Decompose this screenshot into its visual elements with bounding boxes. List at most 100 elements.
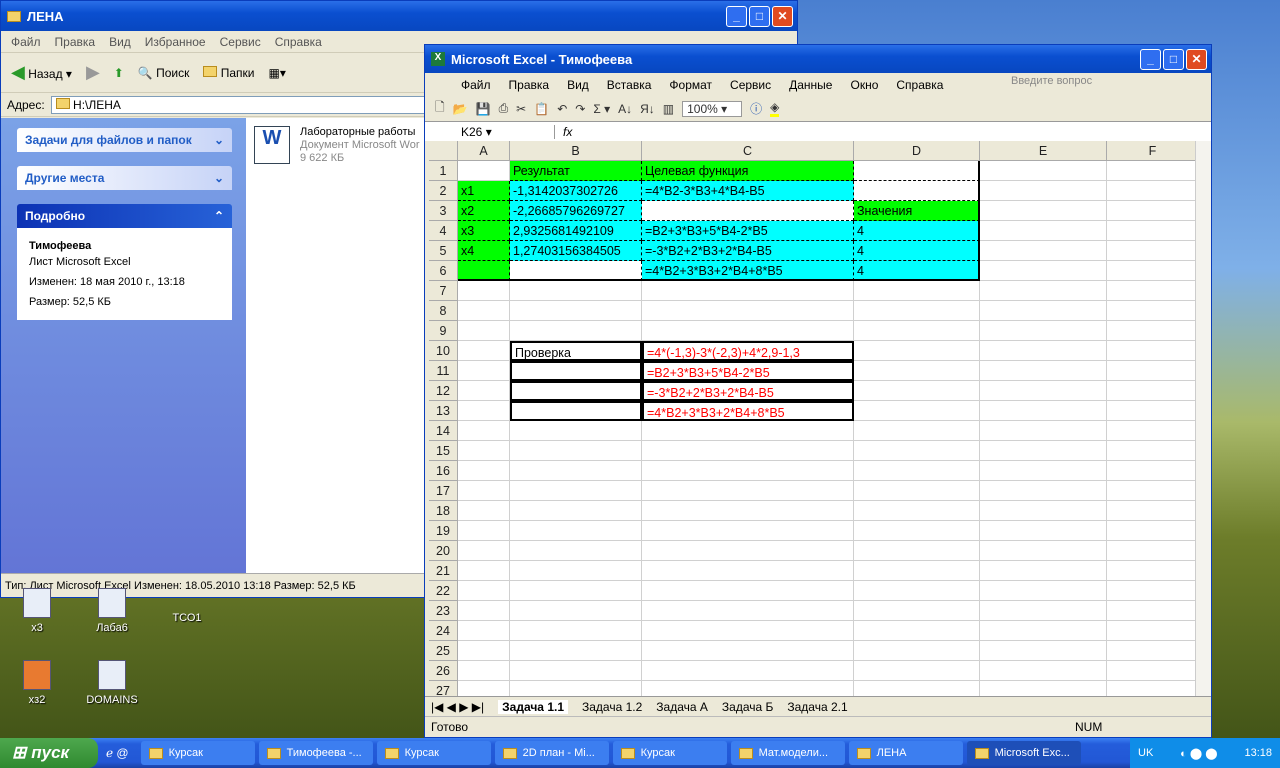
cell[interactable] (642, 621, 854, 641)
cell[interactable] (510, 561, 642, 581)
cell[interactable] (642, 601, 854, 621)
desktop-icon-domains[interactable]: DOMAINS (77, 660, 147, 706)
menu-item[interactable]: Вид (109, 35, 131, 49)
cell[interactable] (854, 521, 980, 541)
cut-icon[interactable]: ✂ (516, 102, 526, 116)
cell[interactable] (510, 621, 642, 641)
menu-item[interactable]: Правка (509, 78, 550, 92)
cell[interactable]: 2,9325681492109 (510, 221, 642, 241)
cell[interactable] (980, 381, 1107, 401)
cell[interactable] (1107, 661, 1195, 681)
cell[interactable]: x3 (458, 221, 510, 241)
cell[interactable] (980, 221, 1107, 241)
cell[interactable] (854, 481, 980, 501)
cell[interactable] (458, 601, 510, 621)
row-header[interactable]: 18 (429, 501, 458, 521)
row-header[interactable]: 12 (429, 381, 458, 401)
row-header[interactable]: 25 (429, 641, 458, 661)
cell[interactable] (854, 181, 980, 201)
row-header[interactable]: 11 (429, 361, 458, 381)
cell[interactable] (642, 661, 854, 681)
row-header[interactable]: 2 (429, 181, 458, 201)
row-header[interactable]: 19 (429, 521, 458, 541)
cell[interactable] (1107, 581, 1195, 601)
up-folder-icon[interactable]: ⬆ (114, 66, 124, 80)
cell[interactable] (854, 501, 980, 521)
spreadsheet-grid[interactable]: A B C D E F 1 Результат Целевая функция 2 x1 -1,314… (429, 141, 1195, 696)
cell[interactable] (458, 541, 510, 561)
cell[interactable] (854, 381, 980, 401)
cell[interactable]: 1,27403156384505 (510, 241, 642, 261)
cell[interactable] (458, 341, 510, 361)
maximize-button[interactable]: □ (749, 5, 770, 27)
cell[interactable] (510, 601, 642, 621)
column-header[interactable]: D (854, 141, 980, 161)
cell[interactable]: Проверка (510, 341, 642, 361)
cell[interactable] (642, 641, 854, 661)
cell[interactable] (980, 281, 1107, 301)
cell[interactable] (1107, 681, 1195, 696)
cell[interactable] (642, 681, 854, 696)
vertical-scrollbar[interactable] (1195, 141, 1211, 696)
fill-color-icon[interactable]: ◈ (770, 100, 780, 117)
formula-input[interactable] (580, 122, 1211, 141)
tab-sheet[interactable]: Задача 1.1 (498, 699, 568, 714)
taskbar-button[interactable]: Курсак (140, 741, 255, 765)
cell[interactable] (854, 641, 980, 661)
cell[interactable] (642, 501, 854, 521)
name-box[interactable]: K26 ▾ (425, 124, 555, 139)
cell[interactable]: 4 (854, 261, 980, 281)
tab-sheet[interactable]: Задача А (656, 700, 708, 714)
cell[interactable] (458, 261, 510, 281)
cell[interactable] (854, 401, 980, 421)
ie-icon[interactable]: ℯ @ (106, 746, 129, 760)
cell[interactable]: -2,26685796269727 (510, 201, 642, 221)
cell[interactable] (854, 441, 980, 461)
taskbar-button[interactable]: Microsoft Exc... (966, 741, 1081, 765)
taskbar-button[interactable]: ЛЕНА (848, 741, 963, 765)
row-header[interactable]: 23 (429, 601, 458, 621)
cell[interactable] (980, 581, 1107, 601)
cell[interactable] (510, 301, 642, 321)
cell[interactable] (458, 621, 510, 641)
search-button[interactable]: 🔍 Поиск (138, 66, 190, 80)
cell[interactable] (1107, 481, 1195, 501)
cell[interactable]: -1,3142037302726 (510, 181, 642, 201)
cell[interactable]: x2 (458, 201, 510, 221)
cell[interactable] (642, 461, 854, 481)
cell[interactable]: =4*(-1,3)-3*(-2,3)+4*2,9-1,3 (642, 341, 854, 361)
cell[interactable] (854, 541, 980, 561)
cell[interactable] (854, 661, 980, 681)
cell[interactable]: =B2+3*B3+5*B4-2*B5 (642, 361, 854, 381)
cell[interactable] (980, 481, 1107, 501)
cell[interactable] (458, 501, 510, 521)
cell[interactable] (510, 501, 642, 521)
cell[interactable] (1107, 421, 1195, 441)
cell[interactable] (642, 201, 854, 221)
explorer-titlebar[interactable]: ЛЕНА _ □ ✕ (1, 1, 797, 31)
cell[interactable] (980, 621, 1107, 641)
excel-titlebar[interactable]: X Microsoft Excel - Тимофеева _ □ ✕ (425, 45, 1211, 73)
tab-sheet[interactable]: Задача 1.2 (582, 700, 642, 714)
redo-icon[interactable]: ↷ (575, 102, 585, 116)
cell[interactable] (458, 441, 510, 461)
cell[interactable] (642, 481, 854, 501)
menu-item[interactable]: Сервис (730, 78, 771, 92)
cell[interactable] (1107, 561, 1195, 581)
cell[interactable] (980, 321, 1107, 341)
menu-item[interactable]: Окно (850, 78, 878, 92)
cell[interactable]: =4*B2+3*B3+2*B4+8*B5 (642, 261, 854, 281)
cell[interactable] (458, 321, 510, 341)
column-header[interactable]: F (1107, 141, 1195, 161)
cell[interactable] (980, 661, 1107, 681)
row-header[interactable]: 20 (429, 541, 458, 561)
panel-details[interactable]: Подробно ⌃ (17, 204, 232, 228)
taskbar-button[interactable]: 2D план - Mi... (494, 741, 609, 765)
cell[interactable] (980, 521, 1107, 541)
row-header[interactable]: 10 (429, 341, 458, 361)
cell[interactable] (854, 421, 980, 441)
menu-item[interactable]: Файл (11, 35, 41, 49)
cell[interactable] (458, 521, 510, 541)
cell[interactable] (458, 561, 510, 581)
row-header[interactable]: 27 (429, 681, 458, 696)
